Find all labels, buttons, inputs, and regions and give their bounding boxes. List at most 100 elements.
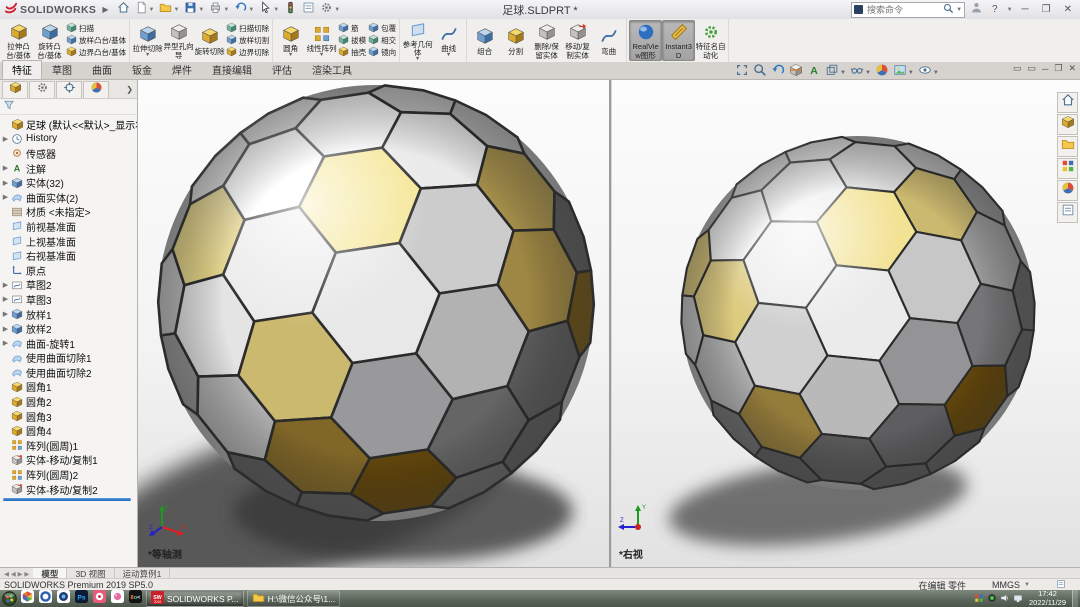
- tree-item-14[interactable]: ▶放样2: [1, 321, 137, 336]
- tree-root-item[interactable]: 足球 (默认<<默认>_显示状态 1>): [1, 117, 137, 132]
- rollback-bar[interactable]: [3, 498, 131, 501]
- tree-item-19[interactable]: 圆角2: [1, 394, 137, 409]
- options-button[interactable]: ▼: [318, 0, 342, 20]
- tree-item-12[interactable]: ▶草图3: [1, 292, 137, 307]
- taskbar-task-2[interactable]: H:\微信公众号\1...: [247, 590, 341, 607]
- tree-item-10[interactable]: 原点: [1, 263, 137, 278]
- ribbon-button-rib[interactable]: 筋: [338, 23, 366, 35]
- ribbon-button-move-copy-body[interactable]: 移动/复制实体: [562, 21, 593, 59]
- tree-item-25[interactable]: 实体-移动/复制2: [1, 482, 137, 497]
- ribbon-button-mirror[interactable]: 镜向: [368, 47, 396, 59]
- tab-评估[interactable]: 评估: [262, 60, 302, 79]
- save-button[interactable]: ▼: [182, 0, 206, 20]
- search-icon[interactable]: [943, 1, 954, 19]
- viewport-splitter[interactable]: [609, 80, 611, 567]
- ribbon-button-instant3d[interactable]: Instant3D: [662, 20, 695, 60]
- restore-button[interactable]: ❐: [1038, 4, 1055, 15]
- open-button[interactable]: ▼: [157, 0, 181, 20]
- tree-item-11[interactable]: ▶草图2: [1, 278, 137, 293]
- voice-app-button[interactable]: [110, 591, 125, 606]
- units-selector[interactable]: MMGS ▼: [992, 580, 1030, 590]
- tray-green-icon[interactable]: [987, 590, 997, 607]
- ribbon-button-loft-cut[interactable]: 放样切割: [226, 35, 269, 47]
- tree-item-4[interactable]: ▶实体(32): [1, 175, 137, 190]
- start-button[interactable]: [2, 591, 17, 606]
- task-pane-file-explorer-button[interactable]: [1057, 136, 1078, 157]
- ribbon-button-curves[interactable]: 曲线▼: [433, 23, 464, 59]
- tree-item-22[interactable]: 阵列(圆周)1: [1, 438, 137, 453]
- tree-item-15[interactable]: ▶曲面-旋转1: [1, 336, 137, 351]
- search-caret-icon[interactable]: ▼: [956, 7, 962, 13]
- tree-item-3[interactable]: ▶A注解: [1, 161, 137, 176]
- ribbon-button-loft-boss[interactable]: 放样凸台/基体: [66, 35, 126, 47]
- ribbon-button-shell[interactable]: 抽壳: [338, 47, 366, 59]
- ribbon-button-delete-keep-body[interactable]: 删除/保留实体: [531, 21, 562, 59]
- manager-tab-displaymanager[interactable]: [83, 81, 109, 98]
- tab-直接编辑[interactable]: 直接编辑: [202, 60, 262, 79]
- tree-item-17[interactable]: 使用曲面切除2: [1, 365, 137, 380]
- ribbon-button-auto-feature-name[interactable]: 特征名自动化: [695, 21, 726, 59]
- volume-icon[interactable]: [1000, 590, 1010, 607]
- ribbon-button-combine[interactable]: 组合: [469, 25, 500, 55]
- ribbon-button-sweep[interactable]: 扫描: [66, 23, 126, 35]
- tree-item-18[interactable]: 圆角1: [1, 380, 137, 395]
- doc-restore-button[interactable]: ❐: [1054, 63, 1062, 74]
- task-pane-home-button[interactable]: [1057, 92, 1078, 113]
- manager-tabs-overflow-icon[interactable]: ❯: [126, 85, 137, 94]
- tab-曲面[interactable]: 曲面: [82, 60, 122, 79]
- tree-item-7[interactable]: 前视基准面: [1, 219, 137, 234]
- player-app-button[interactable]: [92, 591, 107, 606]
- ribbon-button-split[interactable]: 分割: [500, 25, 531, 55]
- doc-tile-icon[interactable]: ▭: [1027, 63, 1036, 74]
- tree-item-24[interactable]: 阵列(圆周)2: [1, 467, 137, 482]
- minimize-button[interactable]: ─: [1018, 4, 1033, 15]
- ribbon-button-revolve-boss[interactable]: 旋转凸台/基体: [34, 21, 65, 59]
- new-document-button[interactable]: ▼: [133, 0, 157, 20]
- doc-newwindow-icon[interactable]: ▭: [1013, 63, 1022, 74]
- tab-渲染工具[interactable]: 渲染工具: [302, 60, 362, 79]
- taskbar-task-1[interactable]: SW2019SOLIDWORKS P...: [146, 590, 244, 607]
- doc-minimize-button[interactable]: ─: [1042, 64, 1048, 74]
- help-button[interactable]: ?: [988, 4, 1002, 15]
- home-button[interactable]: [115, 0, 132, 20]
- tab-特征[interactable]: 特征: [2, 60, 42, 79]
- pinned-app-3-button[interactable]: [56, 591, 71, 606]
- ribbon-button-boundary-cut[interactable]: 边界切除: [226, 47, 269, 59]
- tree-item-16[interactable]: 使用曲面切除1: [1, 351, 137, 366]
- close-button[interactable]: ✕: [1060, 4, 1076, 15]
- tray-app-icon[interactable]: [974, 590, 984, 607]
- clip-app-button[interactable]: 8o<: [128, 591, 143, 606]
- tree-item-23[interactable]: 实体-移动/复制1: [1, 453, 137, 468]
- tree-item-20[interactable]: 圆角3: [1, 409, 137, 424]
- ribbon-button-intersect[interactable]: 相交: [368, 35, 396, 47]
- filter-funnel-icon[interactable]: [3, 98, 15, 116]
- tree-item-2[interactable]: 传感器: [1, 146, 137, 161]
- task-pane-view-palette-button[interactable]: [1057, 158, 1078, 179]
- file-properties-button[interactable]: [300, 0, 317, 20]
- tree-item-5[interactable]: ▶曲面实体(2): [1, 190, 137, 205]
- undo-button[interactable]: ▼: [232, 0, 256, 20]
- task-pane-design-library-button[interactable]: [1057, 114, 1078, 135]
- ribbon-button-revolve-cut[interactable]: 旋转切除: [194, 25, 225, 55]
- tab-草图[interactable]: 草图: [42, 60, 82, 79]
- tree-item-8[interactable]: 上视基准面: [1, 234, 137, 249]
- show-desktop-button[interactable]: [1072, 590, 1078, 607]
- tree-item-13[interactable]: ▶放样1: [1, 307, 137, 322]
- ribbon-button-sweep-cut[interactable]: 扫描切除: [226, 23, 269, 35]
- task-pane-custom-properties-button[interactable]: [1057, 202, 1078, 223]
- ribbon-button-linear-pattern[interactable]: 线性阵列▼: [306, 23, 337, 59]
- doc-close-button[interactable]: ✕: [1068, 63, 1076, 74]
- ribbon-button-wrap[interactable]: 包覆: [368, 23, 396, 35]
- graphics-area[interactable]: YXZ YZ *等轴测 *右视: [138, 80, 1080, 567]
- menu-flyout-arrow[interactable]: ▶: [99, 5, 111, 14]
- help-caret-icon[interactable]: ▼: [1007, 7, 1013, 13]
- taskbar-clock[interactable]: 17:422022/11/29: [1026, 590, 1069, 607]
- tab-钣金[interactable]: 钣金: [122, 60, 162, 79]
- ribbon-button-hole-wizard[interactable]: 异型孔向导: [163, 21, 194, 59]
- rebuild-button[interactable]: [282, 0, 299, 20]
- ribbon-button-flex[interactable]: 弯曲: [593, 25, 624, 55]
- photoshop-button[interactable]: Ps: [74, 591, 89, 606]
- ribbon-button-realview[interactable]: RealView图形: [629, 20, 662, 60]
- command-search[interactable]: ▼: [851, 2, 965, 18]
- manager-tab-configurationmanager[interactable]: [56, 81, 82, 98]
